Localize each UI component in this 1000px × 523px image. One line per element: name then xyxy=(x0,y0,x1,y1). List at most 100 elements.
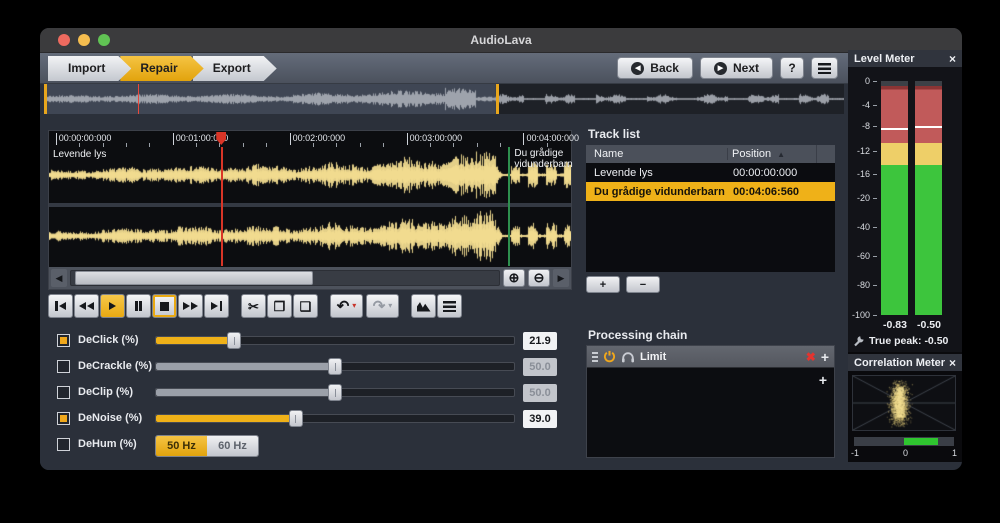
slider-fill xyxy=(156,363,335,370)
slider-handle[interactable] xyxy=(328,384,342,401)
column-header-position[interactable]: Position ▲ xyxy=(727,148,816,160)
toolbar: ImportRepairExport ◀ Back ▶ Next ? xyxy=(40,53,848,84)
slider-value: 50.0 xyxy=(523,384,557,402)
waveform-channel-right[interactable] xyxy=(49,207,571,265)
checkbox-declick[interactable] xyxy=(57,334,70,347)
help-button[interactable]: ? xyxy=(780,57,804,79)
back-button[interactable]: ◀ Back xyxy=(617,57,693,79)
correlation-meter-close-icon[interactable]: × xyxy=(949,357,956,369)
checkbox-decrackle[interactable] xyxy=(57,360,70,373)
goniometer-display xyxy=(852,375,956,431)
level-meter-titlebar: Level Meter × xyxy=(848,50,962,67)
waveform-scrollbar-row: ◀ ⊕ ⊖ ▶ xyxy=(49,267,571,289)
scrollbar-track[interactable] xyxy=(70,270,500,286)
menu-button[interactable] xyxy=(811,57,838,79)
skip-end-icon xyxy=(211,302,218,310)
slider-track[interactable] xyxy=(155,414,515,423)
slider-track[interactable] xyxy=(155,336,515,345)
slider-row-declick: DeClick (%)21.9 xyxy=(40,330,580,354)
dehum-option-60Hz[interactable]: 60 Hz xyxy=(207,436,258,456)
ruler-major-tick xyxy=(407,133,408,145)
slider-handle[interactable] xyxy=(328,358,342,375)
chain-add-button[interactable]: + xyxy=(819,373,827,387)
skip-end-button[interactable] xyxy=(204,294,229,318)
overview-track-marker-boundary xyxy=(496,84,499,114)
stop-button[interactable] xyxy=(152,294,177,318)
drag-handle-icon[interactable] xyxy=(592,352,598,362)
checkbox-dehum[interactable] xyxy=(57,438,70,451)
pause-button[interactable] xyxy=(126,294,151,318)
slider-row-decrackle: DeCrackle (%)50.0 xyxy=(40,356,580,380)
track-boundary-line xyxy=(508,147,510,266)
skip-start-button[interactable] xyxy=(48,294,73,318)
tab-import[interactable]: Import xyxy=(48,56,131,81)
wizard-tabs: ImportRepairExport xyxy=(48,56,266,81)
waveform-channel-left[interactable] xyxy=(49,147,571,203)
tab-repair[interactable]: Repair xyxy=(120,56,203,81)
dehum-option-50Hz[interactable]: 50 Hz xyxy=(156,436,207,456)
meter-tick-mark xyxy=(873,151,877,152)
track-row[interactable]: Du grådige vidunderbarn00:04:06:560 xyxy=(586,182,835,201)
scroll-left-button[interactable]: ◀ xyxy=(51,269,67,287)
undo-dropdown-icon[interactable]: ▾ xyxy=(352,302,356,310)
checkbox-checked-mark xyxy=(60,337,67,344)
track-row[interactable]: Levende lys00:00:00:000 xyxy=(586,163,835,182)
checkbox-declip[interactable] xyxy=(57,386,70,399)
tab-export[interactable]: Export xyxy=(193,56,277,81)
cut-button[interactable]: ✂ xyxy=(241,294,266,318)
scroll-right-button[interactable]: ▶ xyxy=(553,269,569,287)
column-header-name[interactable]: Name xyxy=(586,148,727,160)
ruler-major-tick xyxy=(523,133,524,145)
list-view-button[interactable] xyxy=(437,294,462,318)
chain-item-limit[interactable]: Limit ✖ + xyxy=(587,346,834,368)
chain-delete-button[interactable]: ✖ xyxy=(806,350,816,364)
checkbox-denoise[interactable] xyxy=(57,412,70,425)
rewind-button[interactable] xyxy=(74,294,99,318)
undo-icon: ↶ xyxy=(337,299,350,314)
chain-item-label: Limit xyxy=(640,351,801,363)
add-track-button[interactable]: + xyxy=(586,276,620,293)
copy-button[interactable]: ❐ xyxy=(267,294,292,318)
paste-button[interactable]: ❏ xyxy=(293,294,318,318)
meter-tick-mark xyxy=(873,256,877,257)
redo-button[interactable]: ↷ ▾ xyxy=(366,294,399,318)
corr-scale-pos1: 1 xyxy=(952,448,957,458)
headphones-icon[interactable] xyxy=(621,351,635,363)
level-meter-scale: 0-4-8-12-16-20-40-60-80-100 xyxy=(848,81,878,315)
chain-insert-button[interactable]: + xyxy=(821,350,829,364)
slider-track[interactable] xyxy=(155,388,515,397)
play-button[interactable] xyxy=(100,294,125,318)
fast-forward-button[interactable] xyxy=(178,294,203,318)
track2-label: Du grådige vidunderbarn xyxy=(514,148,578,170)
track-list-title: Track list xyxy=(588,127,640,141)
scrollbar-thumb[interactable] xyxy=(75,271,312,285)
level-meter-close-icon[interactable]: × xyxy=(949,53,956,65)
app-window: AudioLava ImportRepairExport ◀ Back ▶ Ne… xyxy=(40,28,962,470)
meter-tick-label: -80 xyxy=(857,280,870,290)
overview-waveform[interactable] xyxy=(44,84,844,114)
correlation-scale: -1 0 1 xyxy=(851,448,957,458)
power-icon[interactable] xyxy=(603,350,616,363)
remove-track-button[interactable]: − xyxy=(626,276,660,293)
wrench-icon[interactable] xyxy=(853,335,865,347)
waveform-view-button[interactable] xyxy=(411,294,436,318)
redo-dropdown-icon[interactable]: ▾ xyxy=(388,302,392,310)
list-view-icon xyxy=(443,301,456,312)
overview-waveform-canvas[interactable] xyxy=(44,84,844,114)
zoom-out-button[interactable]: ⊖ xyxy=(528,269,550,287)
waveform-canvas-right[interactable] xyxy=(49,207,571,265)
zoom-in-button[interactable]: ⊕ xyxy=(503,269,525,287)
waveform-canvas-left[interactable] xyxy=(49,147,571,203)
level-meter-bar-right xyxy=(915,81,942,315)
slider-handle[interactable] xyxy=(227,332,241,349)
title-bar[interactable]: AudioLava xyxy=(40,28,962,53)
timeline-ruler[interactable]: 00:00:00:00000:01:00:00000:02:00:00000:0… xyxy=(49,131,571,148)
slider-row-denoise: DeNoise (%)39.0 xyxy=(40,408,580,432)
track-list-header[interactable]: Name Position ▲ xyxy=(586,145,835,163)
true-peak-row: True peak: -0.50 xyxy=(853,335,960,347)
slider-handle[interactable] xyxy=(289,410,303,427)
next-button[interactable]: ▶ Next xyxy=(700,57,773,79)
slider-track[interactable] xyxy=(155,362,515,371)
undo-button[interactable]: ↶ ▾ xyxy=(330,294,363,318)
correlation-meter-title: Correlation Meter xyxy=(854,357,945,369)
